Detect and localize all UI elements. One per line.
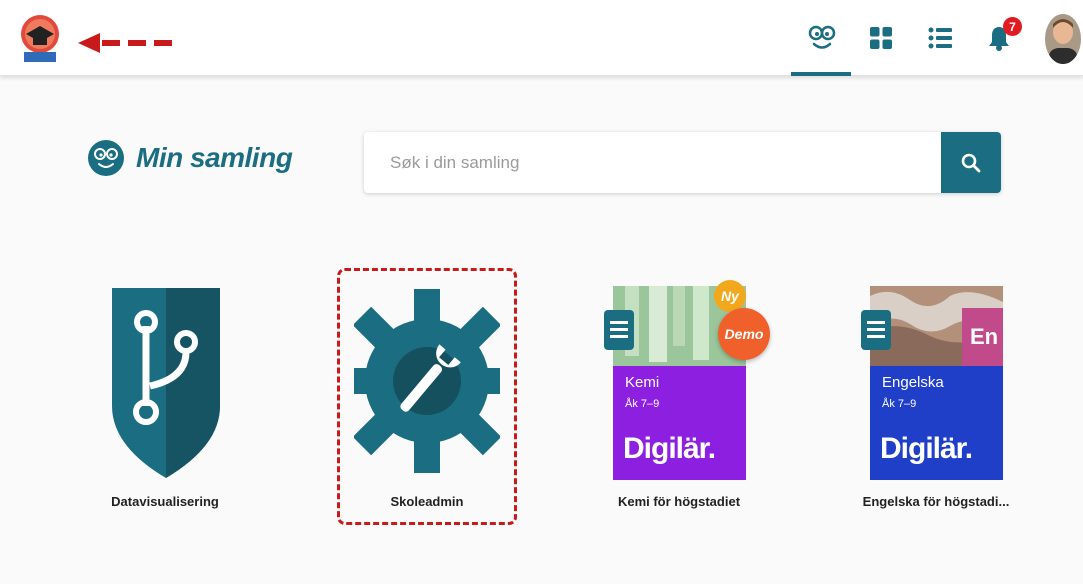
collection-logo-icon: [88, 140, 124, 176]
search-bar: [364, 132, 1001, 193]
tile-label: Engelska för högstadi...: [862, 494, 1010, 509]
demo-badge: Demo: [718, 308, 770, 360]
book-brand: Digilär.: [623, 432, 716, 465]
page-header: Min samling: [88, 140, 293, 176]
search-input[interactable]: [364, 132, 940, 193]
book-subject: Kemi: [625, 374, 660, 391]
tile-kemi[interactable]: Kemi Åk 7–9 Digilär. Ny Demo Kemi för hö…: [584, 280, 774, 530]
school-badge-logo[interactable]: [20, 12, 60, 64]
top-bar: 7: [0, 0, 1083, 76]
page-title: Min samling: [136, 142, 293, 173]
tile-label: Skoleadmin: [390, 494, 464, 509]
book-list-icon: [604, 310, 634, 350]
active-tab-indicator: [791, 72, 851, 76]
tile-engelska[interactable]: En Engelska Åk 7–9 Digilär. Engelska för…: [841, 280, 1031, 530]
list-icon[interactable]: [926, 20, 954, 56]
tile-label: Datavisualisering: [111, 494, 219, 509]
book-grade: Åk 7–9: [625, 398, 660, 410]
language-badge: En: [970, 324, 999, 349]
grid-icon[interactable]: [868, 20, 894, 56]
tile-datavisualisering[interactable]: Datavisualisering: [70, 280, 260, 530]
search-button[interactable]: [941, 132, 1001, 193]
book-brand: Digilär.: [880, 432, 973, 465]
search-icon: [961, 153, 981, 172]
gear-wrench-icon: [354, 289, 500, 473]
book-subject: Engelska: [882, 374, 944, 391]
notification-badge: 7: [1003, 17, 1022, 36]
book-list-icon: [861, 310, 891, 350]
collection-icon[interactable]: [806, 20, 838, 56]
annotation-arrow-icon: [78, 33, 172, 53]
book-grade: Åk 7–9: [882, 398, 917, 410]
avatar[interactable]: [1045, 14, 1081, 64]
tile-skoleadmin[interactable]: Skoleadmin: [332, 280, 522, 530]
tile-label: Kemi för högstadiet: [617, 494, 741, 509]
shield-branch-icon: [112, 288, 220, 478]
